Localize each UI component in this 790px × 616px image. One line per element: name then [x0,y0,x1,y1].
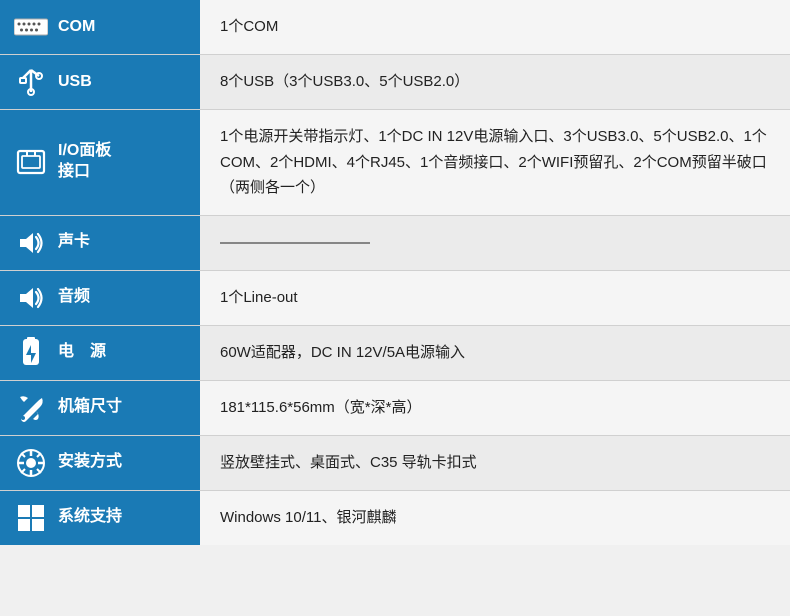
mount-label: 安装方式 [58,452,186,473]
row-audio: 音频 1个Line-out [0,271,790,326]
label-os: 系统支持 [0,491,200,545]
chassis-label: 机箱尺寸 [58,397,186,418]
com-label: COM [58,17,186,38]
row-io: I/O面板接口 1个电源开关带指示灯、1个DC IN 12V电源输入口、3个US… [0,110,790,216]
value-os: Windows 10/11、银河麒麟 [200,491,790,545]
label-audio: 音频 [0,271,200,325]
value-io: 1个电源开关带指示灯、1个DC IN 12V电源输入口、3个USB3.0、5个U… [200,110,790,215]
chassis-icon [14,391,48,425]
soundcard-label: 声卡 [58,232,186,253]
value-power: 60W适配器，DC IN 12V/5A电源输入 [200,326,790,380]
io-label: I/O面板接口 [58,141,186,183]
power-label: 电 源 [58,342,186,363]
value-com: 1个COM [200,0,790,54]
usb-label: USB [58,72,186,93]
label-chassis: 机箱尺寸 [0,381,200,435]
value-usb: 8个USB（3个USB3.0、5个USB2.0） [200,55,790,109]
row-com: COM 1个COM [0,0,790,55]
audio-label: 音频 [58,287,186,308]
windows-icon [14,501,48,535]
label-usb: USB [0,55,200,109]
label-mount: 安装方式 [0,436,200,490]
usb-icon [14,65,48,99]
value-mount: 竖放壁挂式、桌面式、C35 导轨卡扣式 [200,436,790,490]
row-soundcard: 声卡 —————————— [0,216,790,271]
power-icon [14,336,48,370]
row-mount: 安装方式 竖放壁挂式、桌面式、C35 导轨卡扣式 [0,436,790,491]
value-chassis: 181*115.6*56mm（宽*深*高） [200,381,790,435]
label-io: I/O面板接口 [0,110,200,215]
com-icon [14,10,48,44]
row-chassis: 机箱尺寸 181*115.6*56mm（宽*深*高） [0,381,790,436]
label-power: 电 源 [0,326,200,380]
audio-icon [14,281,48,315]
value-audio: 1个Line-out [200,271,790,325]
row-os: 系统支持 Windows 10/11、银河麒麟 [0,491,790,545]
soundcard-icon [14,226,48,260]
row-power: 电 源 60W适配器，DC IN 12V/5A电源输入 [0,326,790,381]
io-icon [14,145,48,179]
mount-icon [14,446,48,480]
label-com: COM [0,0,200,54]
label-soundcard: 声卡 [0,216,200,270]
os-label: 系统支持 [58,507,186,528]
row-usb: USB 8个USB（3个USB3.0、5个USB2.0） [0,55,790,110]
spec-table: COM 1个COM USB 8个USB（3个USB3.0、5个USB2.0） [0,0,790,545]
value-soundcard: —————————— [200,216,790,270]
